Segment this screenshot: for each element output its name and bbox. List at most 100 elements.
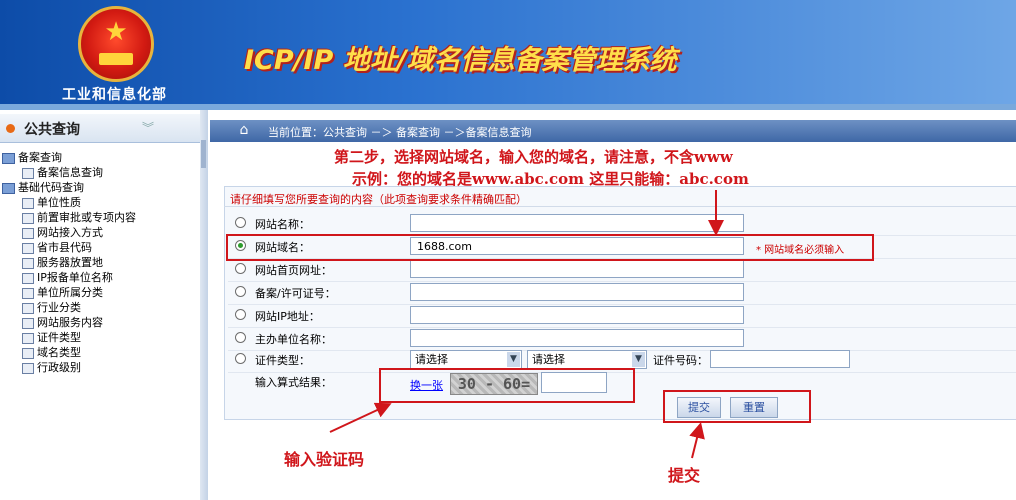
highlight-box-submit [663,390,811,423]
tree-item-record-info-query[interactable]: 备案信息查询 [22,165,103,180]
radio-cert-type[interactable] [235,353,246,364]
divider [224,206,1016,207]
annotation-step-line2: 示例：您的域名是www.abc.com 这里只能输：abc.com [352,170,749,188]
site-name-input[interactable] [410,214,744,232]
tree-item-label: 证件类型 [37,331,81,344]
cert-no-input[interactable] [710,350,850,368]
page-icon [22,332,34,344]
national-emblem-icon: ★ [78,6,154,82]
tree-item[interactable]: 单位性质 [22,195,81,210]
breadcrumb: 当前位置：公共查询 －＞ 备案查询 －＞备案信息查询 [268,126,532,139]
tree-item-label: 行政级别 [37,361,81,374]
sidebar-header[interactable]: 公共查询 ︾ [0,114,200,143]
page-icon [22,227,34,239]
tree-item[interactable]: 服务器放置地 [22,255,103,270]
tree-item-label: IP报备单位名称 [37,271,113,284]
page-icon [22,287,34,299]
field-label: 备案/许可证号： [255,287,336,300]
cert-no-label: 证件号码： [653,354,708,367]
tree-item-label: 网站接入方式 [37,226,103,239]
site-ip-input[interactable] [410,306,744,324]
page-icon [22,347,34,359]
tree-item[interactable]: 网站服务内容 [22,315,103,330]
chevron-down-icon[interactable]: ︾ [142,119,154,136]
tree-item[interactable]: 网站接入方式 [22,225,103,240]
radio-license-no[interactable] [235,286,246,297]
arrow-to-submit [689,422,705,459]
tree-item[interactable]: 前置审批或专项内容 [22,210,136,225]
captcha-label: 输入算式结果： [255,376,332,389]
folder-icon [2,152,15,164]
organizer-input[interactable] [410,329,744,347]
sidebar-splitter[interactable] [200,110,208,500]
sidebar: 公共查询 ︾ 备案查询 备案信息查询 基础代码查询 单位性质 前置审批或专项内容… [0,110,203,500]
page-icon [22,242,34,254]
dropdown-arrow-icon[interactable]: ▼ [507,352,520,367]
annotation-submit-note: 提交 [668,466,701,485]
field-label: 主办单位名称： [255,333,332,346]
tree-item-label: 单位性质 [37,196,81,209]
tree-item[interactable]: 行政级别 [22,360,81,375]
system-title: ICP/IP 地址/域名信息备案管理系统 [244,45,677,76]
page-icon [22,272,34,284]
tree-item[interactable]: 行业分类 [22,300,81,315]
form-row-site-ip: 网站IP地址： [228,305,1016,328]
highlight-box-domain [226,234,874,261]
cert-subtype-select[interactable]: 请选择 ▼ [527,350,647,369]
field-label: 证件类型： [255,354,310,367]
tree-item-label: 行业分类 [37,301,81,314]
highlight-box-captcha [379,368,635,403]
homepage-url-input[interactable] [410,260,744,278]
cert-type-select[interactable]: 请选择 ▼ [410,350,522,369]
tree-group-record-query[interactable]: 备案查询 [2,150,62,165]
form-row-organizer: 主办单位名称： [228,328,1016,351]
tree-item-label: 前置审批或专项内容 [37,211,136,224]
form-row-homepage-url: 网站首页网址： [228,259,1016,282]
tree-item[interactable]: 单位所属分类 [22,285,103,300]
page-icon [22,197,34,209]
splitter-grip[interactable] [201,140,206,168]
license-no-input[interactable] [410,283,744,301]
page-icon [22,212,34,224]
annotation-step-line1: 第二步，选择网站域名，输入您的域名，请注意，不含www [334,148,733,166]
select-value: 请选择 [415,353,448,366]
gate-icon [99,53,133,65]
bullet-icon [6,124,15,133]
dropdown-arrow-icon[interactable]: ▼ [632,352,645,367]
page-icon [22,362,34,374]
tree-item-label: 备案信息查询 [37,166,103,179]
tree-item-label: 网站服务内容 [37,316,103,329]
page-icon [22,317,34,329]
radio-homepage-url[interactable] [235,263,246,274]
form-instruction: 请仔细填写您所要查询的内容（此项查询要求条件精确匹配） [230,193,527,206]
tree-item[interactable]: 域名类型 [22,345,81,360]
field-label: 网站IP地址： [255,310,320,323]
tree-item-label: 服务器放置地 [37,256,103,269]
home-icon[interactable]: ⌂ [236,123,252,138]
tree-item[interactable]: 证件类型 [22,330,81,345]
tree-group-label: 备案查询 [18,151,62,164]
field-label: 网站名称： [255,218,310,231]
folder-icon [2,182,15,194]
tree-group-code-query[interactable]: 基础代码查询 [2,180,84,195]
page-icon [22,302,34,314]
tree-item-label: 单位所属分类 [37,286,103,299]
field-label: 网站首页网址： [255,264,332,277]
radio-site-ip[interactable] [235,309,246,320]
sidebar-title: 公共查询 [24,122,80,138]
radio-site-name[interactable] [235,217,246,228]
tree-item-label: 域名类型 [37,346,81,359]
ministry-name: 工业和信息化部 [62,87,167,103]
form-row-site-name: 网站名称： [228,213,1016,236]
tree-item[interactable]: IP报备单位名称 [22,270,113,285]
tree-group-label: 基础代码查询 [18,181,84,194]
page-icon [22,257,34,269]
radio-organizer[interactable] [235,332,246,343]
annotation-captcha-note: 输入验证码 [284,450,365,469]
select-value: 请选择 [532,353,565,366]
tree-item-label: 省市县代码 [37,241,92,254]
tree-item[interactable]: 省市县代码 [22,240,92,255]
page-icon [22,167,34,179]
form-row-license-no: 备案/许可证号： [228,282,1016,305]
star-icon: ★ [104,17,128,47]
